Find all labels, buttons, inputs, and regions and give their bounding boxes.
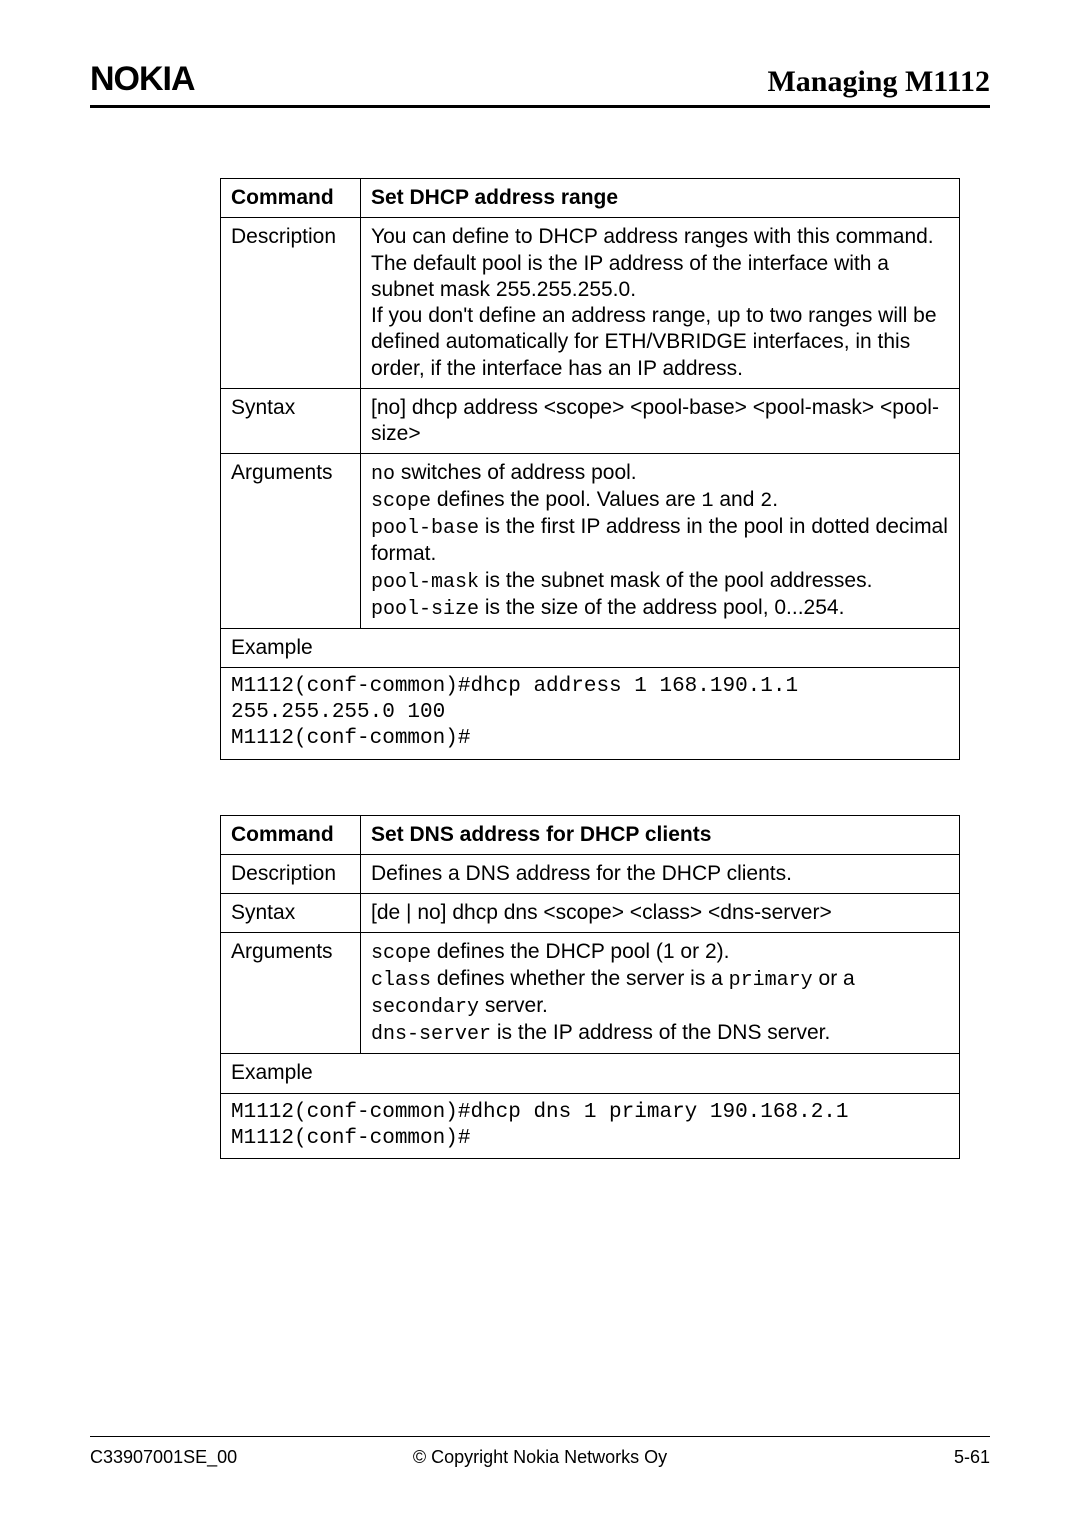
header-label-command: Command	[221, 815, 361, 854]
table-header-row: Command Set DHCP address range	[221, 179, 960, 218]
syntax-value: [de | no] dhcp dns <scope> <class> <dns-…	[361, 894, 960, 933]
code-scope: scope	[371, 942, 431, 965]
code-one: 1	[701, 490, 713, 513]
text: defines whether the server is a	[431, 967, 729, 990]
description-label: Description	[221, 218, 361, 389]
table-row: M1112(conf-common)#dhcp address 1 168.19…	[221, 667, 960, 759]
table-row: M1112(conf-common)#dhcp dns 1 primary 19…	[221, 1093, 960, 1159]
code-pool-size: pool-size	[371, 598, 479, 621]
table-row: Syntax [no] dhcp address <scope> <pool-b…	[221, 388, 960, 454]
command-table-dhcp-address: Command Set DHCP address range Descripti…	[220, 178, 960, 760]
command-table-dhcp-dns: Command Set DNS address for DHCP clients…	[220, 815, 960, 1160]
page-header: NOKIA Managing M1112	[90, 60, 990, 108]
text: defines the DHCP pool (1 or 2).	[431, 940, 729, 963]
text: is the subnet mask of the pool addresses…	[479, 569, 872, 592]
example-code: M1112(conf-common)#dhcp address 1 168.19…	[221, 667, 960, 759]
document-title: Managing M1112	[767, 65, 990, 99]
table-row: Syntax [de | no] dhcp dns <scope> <class…	[221, 894, 960, 933]
nokia-logo: NOKIA	[90, 60, 195, 99]
syntax-label: Syntax	[221, 388, 361, 454]
table-row: Example	[221, 1054, 960, 1093]
header-value-command: Set DHCP address range	[361, 179, 960, 218]
description-value: Defines a DNS address for the DHCP clien…	[361, 854, 960, 893]
text: is the size of the address pool, 0...254…	[479, 596, 844, 619]
code-two: 2	[760, 490, 772, 513]
description-label: Description	[221, 854, 361, 893]
text: server.	[479, 994, 548, 1017]
text: defines the pool. Values are	[431, 488, 701, 511]
table-row: Description Defines a DNS address for th…	[221, 854, 960, 893]
syntax-value: [no] dhcp address <scope> <pool-base> <p…	[361, 388, 960, 454]
arguments-value: no switches of address pool. scope defin…	[361, 454, 960, 628]
footer-left: C33907001SE_00	[90, 1447, 237, 1468]
code-primary: primary	[729, 969, 813, 992]
code-scope: scope	[371, 490, 431, 513]
table-row: Description You can define to DHCP addre…	[221, 218, 960, 389]
code-class: class	[371, 969, 431, 992]
example-label: Example	[221, 628, 960, 667]
header-value-command: Set DNS address for DHCP clients	[361, 815, 960, 854]
example-label: Example	[221, 1054, 960, 1093]
code-pool-base: pool-base	[371, 517, 479, 540]
page-footer: C33907001SE_00 © Copyright Nokia Network…	[90, 1436, 990, 1468]
text: and	[714, 488, 761, 511]
footer-right: 5-61	[954, 1447, 990, 1468]
syntax-label: Syntax	[221, 894, 361, 933]
code-no: no	[371, 463, 395, 486]
text: .	[772, 488, 778, 511]
table-row: Arguments no switches of address pool. s…	[221, 454, 960, 628]
text: or a	[813, 967, 855, 990]
code-pool-mask: pool-mask	[371, 571, 479, 594]
table-row: Example	[221, 628, 960, 667]
table-header-row: Command Set DNS address for DHCP clients	[221, 815, 960, 854]
code-secondary: secondary	[371, 996, 479, 1019]
text: switches of address pool.	[395, 461, 637, 484]
header-label-command: Command	[221, 179, 361, 218]
table-row: Arguments scope defines the DHCP pool (1…	[221, 933, 960, 1054]
description-value: You can define to DHCP address ranges wi…	[361, 218, 960, 389]
arguments-value: scope defines the DHCP pool (1 or 2). cl…	[361, 933, 960, 1054]
text: is the IP address of the DNS server.	[491, 1021, 830, 1044]
page-content: NOKIA Managing M1112 Command Set DHCP ad…	[0, 0, 1080, 1159]
example-code: M1112(conf-common)#dhcp dns 1 primary 19…	[221, 1093, 960, 1159]
arguments-label: Arguments	[221, 933, 361, 1054]
arguments-label: Arguments	[221, 454, 361, 628]
code-dns-server: dns-server	[371, 1023, 491, 1046]
